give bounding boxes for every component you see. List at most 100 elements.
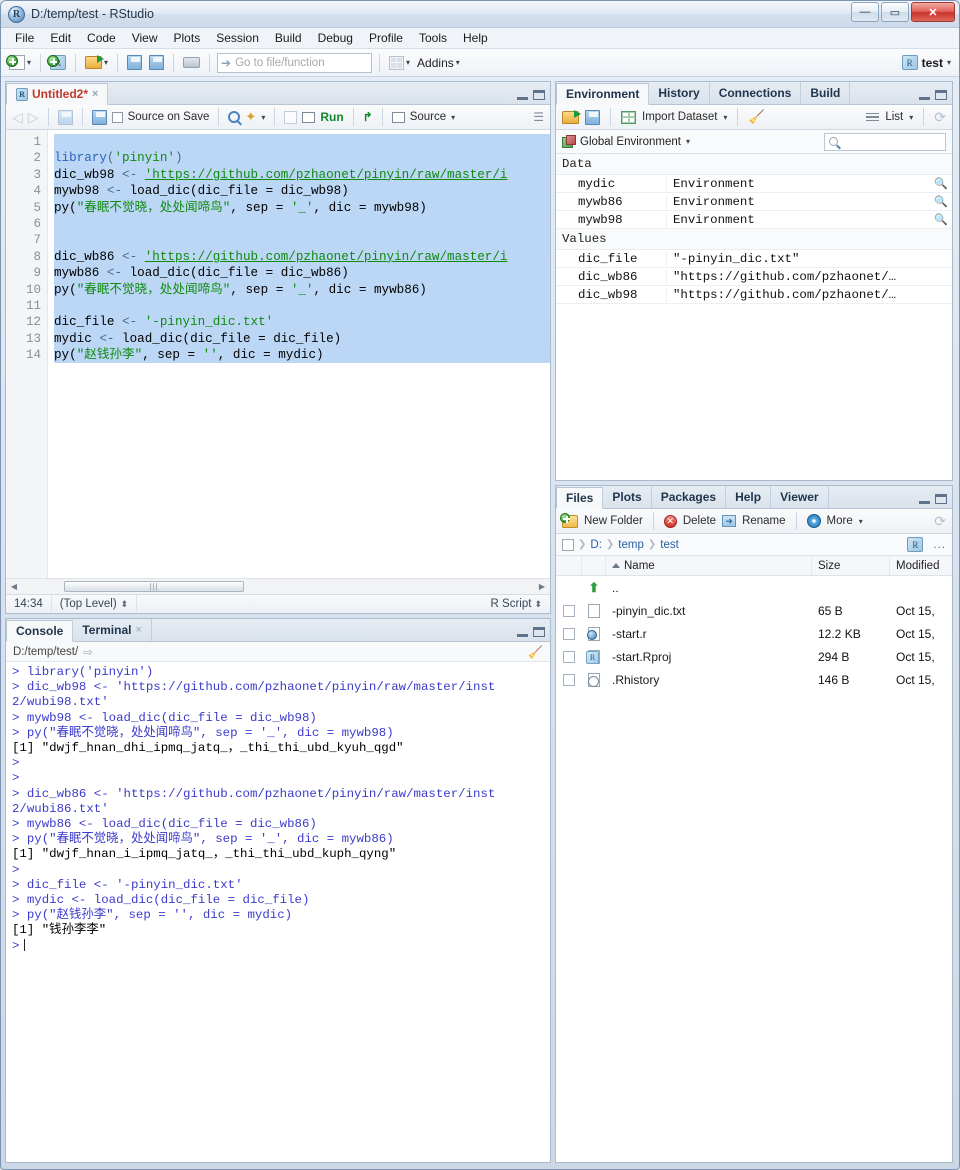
project-selector[interactable]: R test ▾ <box>901 55 951 70</box>
maximize-button[interactable]: ▭ <box>881 2 909 22</box>
scope-selector[interactable]: (Top Level) ⬍ <box>52 595 138 613</box>
scroll-thumb[interactable]: ||| <box>64 581 244 592</box>
open-directory-icon[interactable]: ⇨ <box>83 645 93 659</box>
menu-build[interactable]: Build <box>267 29 310 47</box>
editor-horizontal-scrollbar[interactable]: ◀ ||| ▶ <box>6 578 550 594</box>
rename-button[interactable]: Rename <box>742 515 785 527</box>
close-button[interactable]: ✕ <box>911 2 955 22</box>
files-list[interactable]: ⬆.. -pinyin_dic.txt 65 B Oct 15, -start.r 12… <box>556 576 952 1162</box>
tab-terminal[interactable]: Terminal × <box>73 619 152 641</box>
code-content[interactable]: library('pinyin') dic_wb98 <- 'https://gi… <box>48 130 550 578</box>
file-row[interactable]: ⬆.. <box>556 576 952 599</box>
minimize-pane-icon[interactable] <box>517 634 528 637</box>
source-tab-untitled2[interactable]: R Untitled2* × <box>6 83 109 105</box>
file-select-checkbox[interactable] <box>563 627 575 640</box>
environment-row[interactable]: dic_wb86 "https://github.com/pzhaonet/… <box>556 268 952 286</box>
menu-profile[interactable]: Profile <box>361 29 411 47</box>
scroll-left-icon[interactable]: ◀ <box>6 582 22 591</box>
minimize-pane-icon[interactable] <box>517 97 528 100</box>
console-prompt[interactable]: > <box>12 938 544 954</box>
chevron-down-icon[interactable]: ▾ <box>27 58 31 67</box>
menu-plots[interactable]: Plots <box>166 29 209 47</box>
outline-icon[interactable]: ☰ <box>533 110 544 124</box>
view-object-icon[interactable]: 🔍 <box>930 195 952 209</box>
run-button[interactable]: Run <box>320 110 343 124</box>
popout-icon[interactable] <box>57 109 73 125</box>
code-line[interactable]: py("春眠不觉晓，处处闻啼鸟", sep = '_', dic = mywb9… <box>54 199 550 216</box>
files-header-size[interactable]: Size <box>812 556 890 575</box>
environment-row[interactable]: mywb86 Environment 🔍 <box>556 193 952 211</box>
files-header-modified[interactable]: Modified <box>890 556 952 575</box>
chevron-down-icon[interactable]: ▾ <box>947 58 951 67</box>
file-select-checkbox[interactable] <box>563 650 575 663</box>
environment-row[interactable]: dic_file "-pinyin_dic.txt" <box>556 250 952 268</box>
code-line[interactable]: py("春眠不觉晓，处处闻啼鸟", sep = '_', dic = mywb8… <box>54 281 550 298</box>
scope-updown-icon[interactable]: ⬍ <box>121 600 129 609</box>
breadcrumb-temp[interactable]: temp <box>618 539 644 551</box>
code-line[interactable]: py("赵钱孙李", sep = '', dic = mydic) <box>54 347 550 364</box>
refresh-icon[interactable]: ⟳ <box>934 513 946 530</box>
minimize-pane-icon[interactable] <box>919 97 930 100</box>
tab-build[interactable]: Build <box>801 82 851 104</box>
code-line[interactable]: dic_file <- '-pinyin_dic.txt' <box>54 314 550 331</box>
working-directory-path[interactable]: D:/temp/test/ <box>13 646 78 658</box>
menu-code[interactable]: Code <box>79 29 124 47</box>
file-select-checkbox[interactable] <box>563 604 575 617</box>
save-workspace-icon[interactable] <box>585 109 600 125</box>
tab-plots[interactable]: Plots <box>603 486 652 508</box>
code-line[interactable]: mywb98 <- load_dic(dic_file = dic_wb98) <box>54 183 550 200</box>
file-name[interactable]: -start.r <box>606 627 812 641</box>
addins-button[interactable]: Addins ▾ <box>415 55 462 71</box>
more-button[interactable]: More <box>827 515 853 527</box>
tab-console[interactable]: Console <box>6 620 74 642</box>
open-file-button[interactable]: ▾ <box>83 55 110 70</box>
menu-debug[interactable]: Debug <box>310 29 361 47</box>
console-output[interactable]: > library('pinyin') > dic_wb98 <- 'https:… <box>6 662 550 1162</box>
new-folder-button[interactable]: New Folder <box>584 515 643 527</box>
chevron-down-icon[interactable]: ▾ <box>261 113 265 122</box>
code-editor[interactable]: 1 2 3 4 5 6 7 8 9 10 11 12 13 14 library('pinyin') dic… <box>6 130 550 578</box>
save-button[interactable] <box>125 54 144 71</box>
environment-row[interactable]: mywb98 Environment 🔍 <box>556 211 952 229</box>
source-on-save-checkbox[interactable] <box>111 111 123 123</box>
view-mode-button[interactable]: List <box>885 111 903 123</box>
environment-search-input[interactable] <box>824 132 946 151</box>
files-header-name[interactable]: Name <box>606 556 812 575</box>
minimize-pane-icon[interactable] <box>919 501 930 504</box>
chevron-down-icon[interactable]: ▾ <box>406 58 410 67</box>
maximize-pane-icon[interactable] <box>935 90 947 100</box>
menu-help[interactable]: Help <box>455 29 496 47</box>
chevron-down-icon[interactable]: ▾ <box>104 58 108 67</box>
select-all-checkbox[interactable] <box>562 538 574 551</box>
back-icon[interactable]: ◁ <box>12 109 23 126</box>
clear-console-icon[interactable]: 🧹 <box>528 645 543 659</box>
chevron-down-icon[interactable]: ▾ <box>456 58 460 67</box>
code-line[interactable] <box>54 215 550 233</box>
file-type-selector[interactable]: R Script ⬍ <box>491 598 550 610</box>
breadcrumb-more[interactable]: ... <box>933 539 946 551</box>
menu-tools[interactable]: Tools <box>411 29 455 47</box>
tab-files[interactable]: Files <box>556 487 604 509</box>
project-folder-icon[interactable]: R <box>907 537 924 552</box>
workspace-panes-button[interactable]: ▾ <box>387 55 412 71</box>
tab-history[interactable]: History <box>649 82 710 104</box>
maximize-pane-icon[interactable] <box>533 90 545 100</box>
find-icon[interactable] <box>228 111 241 123</box>
file-row[interactable]: -pinyin_dic.txt 65 B Oct 15, <box>556 599 952 622</box>
menu-view[interactable]: View <box>124 29 166 47</box>
source-button[interactable]: Source <box>410 111 446 123</box>
code-line[interactable]: mywb86 <- load_dic(dic_file = dic_wb86) <box>54 265 550 282</box>
environment-object-list[interactable]: Data mydic Environment 🔍 mywb86 Environment 🔍 m… <box>556 154 952 480</box>
code-line[interactable] <box>54 297 550 315</box>
file-name[interactable]: .. <box>606 581 812 595</box>
chevron-down-icon[interactable]: ▾ <box>723 113 727 122</box>
file-row[interactable]: .Rhistory 146 B Oct 15, <box>556 668 952 691</box>
save-icon[interactable] <box>91 109 107 125</box>
close-icon[interactable]: × <box>92 88 98 100</box>
scroll-right-icon[interactable]: ▶ <box>534 582 550 591</box>
filetype-updown-icon[interactable]: ⬍ <box>534 600 542 609</box>
breadcrumb-drive[interactable]: D: <box>590 539 602 551</box>
import-dataset-button[interactable]: Import Dataset <box>642 111 717 123</box>
close-icon[interactable]: × <box>135 624 141 636</box>
environment-scope-selector[interactable]: Global Environment <box>580 136 681 148</box>
